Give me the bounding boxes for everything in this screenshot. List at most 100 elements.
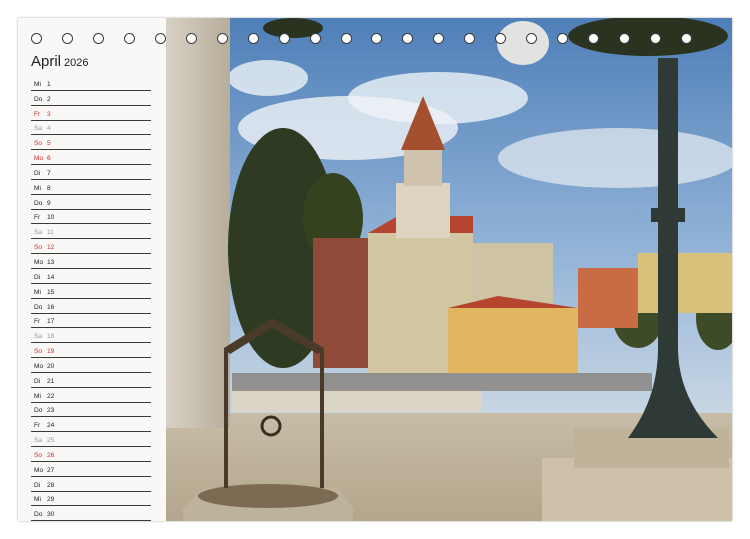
day-number: 9 [47, 199, 51, 207]
day-list: Mi 1 Do 2 Fr 3 Sa 4 So 5 Mo 6 Di 7 Mi 8 Do 9 Fr 10 Sa 11 So 12 M… [31, 76, 151, 521]
day-number: 4 [47, 125, 51, 133]
day-number: 2 [47, 95, 51, 103]
weekday-label: Do [34, 95, 43, 103]
day-row: Fr 3 [31, 106, 151, 121]
day-row: Sa 18 [31, 328, 151, 344]
weekday-label: So [34, 451, 43, 459]
day-number: 21 [47, 377, 55, 385]
day-row: Mo 20 [31, 358, 151, 373]
day-row: Do 30 [31, 506, 151, 521]
year-label: 2026 [64, 57, 89, 69]
day-row: Mi 29 [31, 492, 151, 507]
day-number: 20 [47, 362, 55, 370]
day-number: 27 [47, 466, 55, 474]
spiral-binding [31, 33, 732, 49]
day-number: 5 [47, 140, 51, 148]
day-row: So 5 [31, 135, 151, 151]
day-row: Di 14 [31, 269, 151, 284]
day-row: Do 23 [31, 403, 151, 418]
day-number: 12 [47, 244, 55, 252]
weekday-label: Mi [34, 184, 41, 192]
weekday-label: Di [34, 273, 41, 281]
binding-ring [31, 33, 42, 44]
month-title: April 2026 [31, 53, 89, 70]
day-row: Do 16 [31, 299, 151, 314]
weekday-label: Mi [34, 392, 41, 400]
binding-ring [619, 33, 631, 44]
day-row: Fr 17 [31, 314, 151, 329]
month-name: April [31, 53, 62, 70]
day-number: 28 [47, 481, 55, 489]
weekday-label: Mo [34, 155, 44, 163]
weekday-label: Do [34, 511, 43, 519]
weekday-label: Do [34, 407, 43, 415]
binding-ring [371, 33, 383, 44]
day-row: Di 28 [31, 477, 151, 492]
day-number: 30 [47, 511, 55, 519]
day-number: 10 [47, 214, 55, 222]
day-number: 8 [47, 184, 51, 192]
day-number: 29 [47, 496, 55, 504]
day-row: Sa 25 [31, 432, 151, 448]
day-number: 22 [47, 392, 55, 400]
day-number: 19 [47, 348, 55, 356]
day-row: Mi 1 [31, 76, 151, 91]
day-number: 7 [47, 169, 51, 177]
day-row: So 19 [31, 343, 151, 359]
day-row: Sa 11 [31, 224, 151, 240]
weekday-label: Di [34, 377, 41, 385]
day-number: 16 [47, 303, 55, 311]
calendar-page: April 2026 Mi 1 Do 2 Fr 3 Sa 4 So 5 Mo 6 Di 7 Mi 8 Do 9 Fr 1… [18, 18, 732, 521]
binding-ring [588, 33, 600, 44]
day-number: 18 [47, 333, 55, 341]
weekday-label: Mi [34, 496, 41, 504]
weekday-label: Mi [34, 80, 41, 88]
binding-ring [185, 33, 197, 44]
weekday-label: So [34, 140, 43, 148]
day-number: 13 [47, 258, 55, 266]
weekday-label: Mo [34, 258, 44, 266]
day-row: So 26 [31, 447, 151, 462]
day-number: 15 [47, 288, 55, 296]
binding-ring [650, 33, 661, 44]
day-row: Mi 8 [31, 180, 151, 195]
binding-ring [247, 33, 259, 44]
binding-ring [557, 33, 569, 44]
day-row: Sa 4 [31, 121, 151, 136]
day-row: Mo 13 [31, 254, 151, 269]
day-row: So 12 [31, 239, 151, 255]
binding-ring [309, 33, 321, 44]
binding-ring [123, 33, 135, 44]
day-number: 6 [47, 155, 51, 163]
day-number: 17 [47, 318, 55, 326]
day-number: 1 [47, 80, 51, 88]
weekday-label: Do [34, 199, 43, 207]
binding-ring [154, 33, 166, 44]
weekday-label: Mi [34, 288, 41, 296]
weekday-label: Do [34, 303, 43, 311]
weekday-label: Fr [34, 214, 41, 222]
binding-ring [433, 33, 445, 44]
day-row: Fr 10 [31, 210, 151, 225]
weekday-label: Fr [34, 110, 41, 118]
day-number: 26 [47, 451, 55, 459]
day-row: Fr 24 [31, 417, 151, 433]
binding-ring [61, 33, 73, 44]
weekday-label: Sa [34, 125, 43, 133]
binding-ring [92, 33, 104, 44]
weekday-label: So [34, 348, 43, 356]
day-row: Do 2 [31, 91, 151, 106]
binding-ring [680, 33, 692, 44]
binding-ring [216, 33, 228, 44]
day-number: 24 [47, 422, 55, 430]
binding-ring [278, 33, 290, 44]
weekday-label: Sa [34, 229, 43, 237]
day-row: Do 9 [31, 195, 151, 210]
day-row: Mo 27 [31, 462, 151, 477]
weekday-label: Mo [34, 362, 44, 370]
day-number: 3 [47, 110, 51, 118]
binding-ring [526, 33, 538, 44]
day-row: Di 7 [31, 165, 151, 180]
day-number: 14 [47, 273, 55, 281]
calendar-panel: April 2026 Mi 1 Do 2 Fr 3 Sa 4 So 5 Mo 6 Di 7 Mi 8 Do 9 Fr 1… [18, 18, 166, 521]
